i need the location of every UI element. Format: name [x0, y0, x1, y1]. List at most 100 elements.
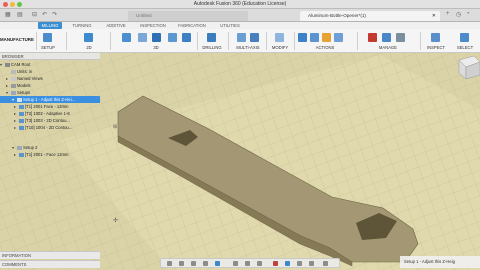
cursor-marker: ✢ [113, 217, 118, 224]
contour-operation-icon [19, 125, 24, 130]
browser-item-operation[interactable]: ▸ [T10] 1004 - 2D Contou... [0, 124, 100, 131]
environment-icon[interactable] [323, 261, 328, 266]
select-label: SELECT [456, 45, 474, 50]
browser-item-models[interactable]: ▸ Models [0, 82, 100, 89]
browser-item-setup-1[interactable]: ▾ Setup 1 - Adjust this Z-Hei... [0, 96, 100, 103]
setups-icon [11, 90, 16, 95]
2d-group[interactable]: 2D [78, 30, 100, 52]
browser-item-cam-root[interactable]: ▾ CAM Root [0, 61, 100, 68]
notification-icon[interactable]: ◔ [466, 11, 470, 17]
minimize-window-button[interactable] [10, 2, 15, 7]
toolbar-separator [420, 32, 421, 50]
clock-icon[interactable]: ◷ [456, 11, 461, 18]
tab-utilities[interactable]: UTILITIES [216, 22, 244, 29]
tab-aluminum-bottle-opener[interactable]: Aluminum-Bottle-Opener*(1) ✕ [300, 11, 440, 21]
navigation-toolbar [160, 258, 340, 268]
drill-icon [207, 33, 216, 42]
inspect-group[interactable]: INSPECT [422, 30, 450, 52]
manage-group[interactable]: MANAGE [362, 30, 414, 52]
browser-item-operation[interactable]: ▸ [T3] 1003 - 2D Contou... [0, 117, 100, 124]
actions-label: ACTIONS [315, 45, 335, 50]
stock-display-icon[interactable] [297, 261, 302, 266]
data-panel-icon[interactable]: ▦ [5, 11, 11, 18]
multi-axis-contour-icon [250, 33, 259, 42]
comments-label: COMMENTS [2, 262, 27, 267]
workspace-label: MANUFACTURE [0, 37, 34, 42]
browser-item-operation[interactable]: ▸ [T2] 1002 - Adaptive 1-8 [0, 110, 100, 117]
zoom-window-button[interactable] [17, 2, 22, 7]
face-operation-icon [19, 152, 24, 157]
browser-item-named-views[interactable]: ▸ Named Views [0, 75, 100, 82]
actions-group[interactable]: ACTIONS [296, 30, 354, 52]
generate-icon [298, 33, 307, 42]
orbit-icon[interactable] [167, 261, 172, 266]
grid-settings-icon[interactable] [245, 261, 250, 266]
pocket-clearing-icon [138, 33, 147, 42]
zoom-window-icon[interactable] [215, 261, 220, 266]
folder-icon [11, 76, 16, 81]
select-group[interactable]: SELECT [452, 30, 478, 52]
workspace-switcher[interactable]: MANUFACTURE [0, 31, 34, 51]
toolbar-separator [266, 32, 267, 50]
browser-item-setups[interactable]: ▾ Setups [0, 89, 100, 96]
tab-fabrication[interactable]: FABRICATION [176, 22, 208, 29]
browser-item-label: Setup 1 - Adjust this Z-Hei... [23, 97, 76, 102]
browser-panel: BROWSER ▾ CAM Root Units: in ▸ Named Views… [0, 53, 100, 270]
browser-item-units[interactable]: Units: in [0, 68, 100, 75]
setup-label: SETUP [41, 45, 55, 50]
3d-group[interactable]: 3D [118, 30, 194, 52]
modify-group[interactable]: MODIFY [268, 30, 292, 52]
browser-item-label: Models [17, 83, 31, 88]
toolbar-separator [36, 32, 37, 50]
face-operation-icon [19, 104, 24, 109]
tab-milling[interactable]: MILLING [38, 22, 62, 29]
contour-operation-icon [19, 118, 24, 123]
scallop-icon [168, 33, 177, 42]
information-panel[interactable]: INFORMATION [0, 251, 100, 259]
status-text: Setup 1 - Adjust this Z-Heig [404, 259, 455, 264]
close-window-button[interactable] [3, 2, 8, 7]
setup-group[interactable]: SETUP [38, 30, 58, 52]
tab-additive[interactable]: ADDITIVE [103, 22, 129, 29]
browser-item-operation[interactable]: ▸ [T1] 2001 Face - 12mm [0, 103, 100, 110]
display-settings-icon[interactable] [233, 261, 238, 266]
view-cube[interactable] [458, 55, 480, 80]
tab-turning[interactable]: TURNING [70, 22, 94, 29]
toolbar-separator [66, 32, 67, 50]
comments-panel[interactable]: COMMENTS [0, 260, 100, 268]
section-analysis-icon[interactable] [309, 261, 314, 266]
close-tab-icon[interactable]: ✕ [432, 11, 436, 21]
ribbon-tab-bar: MILLING TURNING ADDITIVE INSPECTION FABR… [0, 22, 480, 29]
toolpath-display-icon[interactable] [285, 261, 290, 266]
contour-icon [182, 33, 191, 42]
drilling-label: DRILLING [202, 45, 222, 50]
look-at-icon[interactable] [179, 261, 184, 266]
new-tab-icon[interactable]: + [446, 11, 450, 17]
viewports-icon[interactable] [257, 261, 262, 266]
template-library-icon [382, 33, 391, 42]
browser-item-label: [T2] 1002 - Adaptive 1-8 [25, 111, 70, 116]
undo-icon[interactable]: ↶ [42, 11, 47, 18]
browser-header[interactable]: BROWSER [0, 53, 100, 60]
origin-marker: ⊞ [113, 124, 117, 130]
redo-icon[interactable]: ↷ [52, 11, 57, 18]
tab-inspection[interactable]: INSPECTION [138, 22, 168, 29]
browser-item-label: [T3] 1003 - 2D Contou... [25, 118, 70, 123]
toolbar-separator [228, 32, 229, 50]
pan-icon[interactable] [191, 261, 196, 266]
file-menu-icon[interactable]: ▤ [17, 11, 23, 18]
zoom-icon[interactable] [203, 261, 208, 266]
drilling-group[interactable]: DRILLING [200, 30, 224, 52]
multi-axis-group[interactable]: MULTI-AXIS [232, 30, 264, 52]
tab-untitled[interactable]: Untitled [128, 11, 248, 21]
simulation-display-icon[interactable] [273, 261, 278, 266]
browser-item-operation[interactable]: ▸ [T1] 2001 - Face 12mm [0, 151, 100, 158]
tab-untitled-label: Untitled [136, 13, 152, 18]
toolbar-separator [357, 32, 358, 50]
measure-icon [431, 33, 440, 42]
browser-item-setup-2[interactable]: ▾ Setup 2 [0, 144, 100, 151]
browser-item-label: CAM Root [11, 62, 31, 67]
save-icon[interactable]: ⊟ [32, 11, 37, 18]
browser-item-label: Setup 2 [23, 145, 38, 150]
simulate-icon [310, 33, 319, 42]
